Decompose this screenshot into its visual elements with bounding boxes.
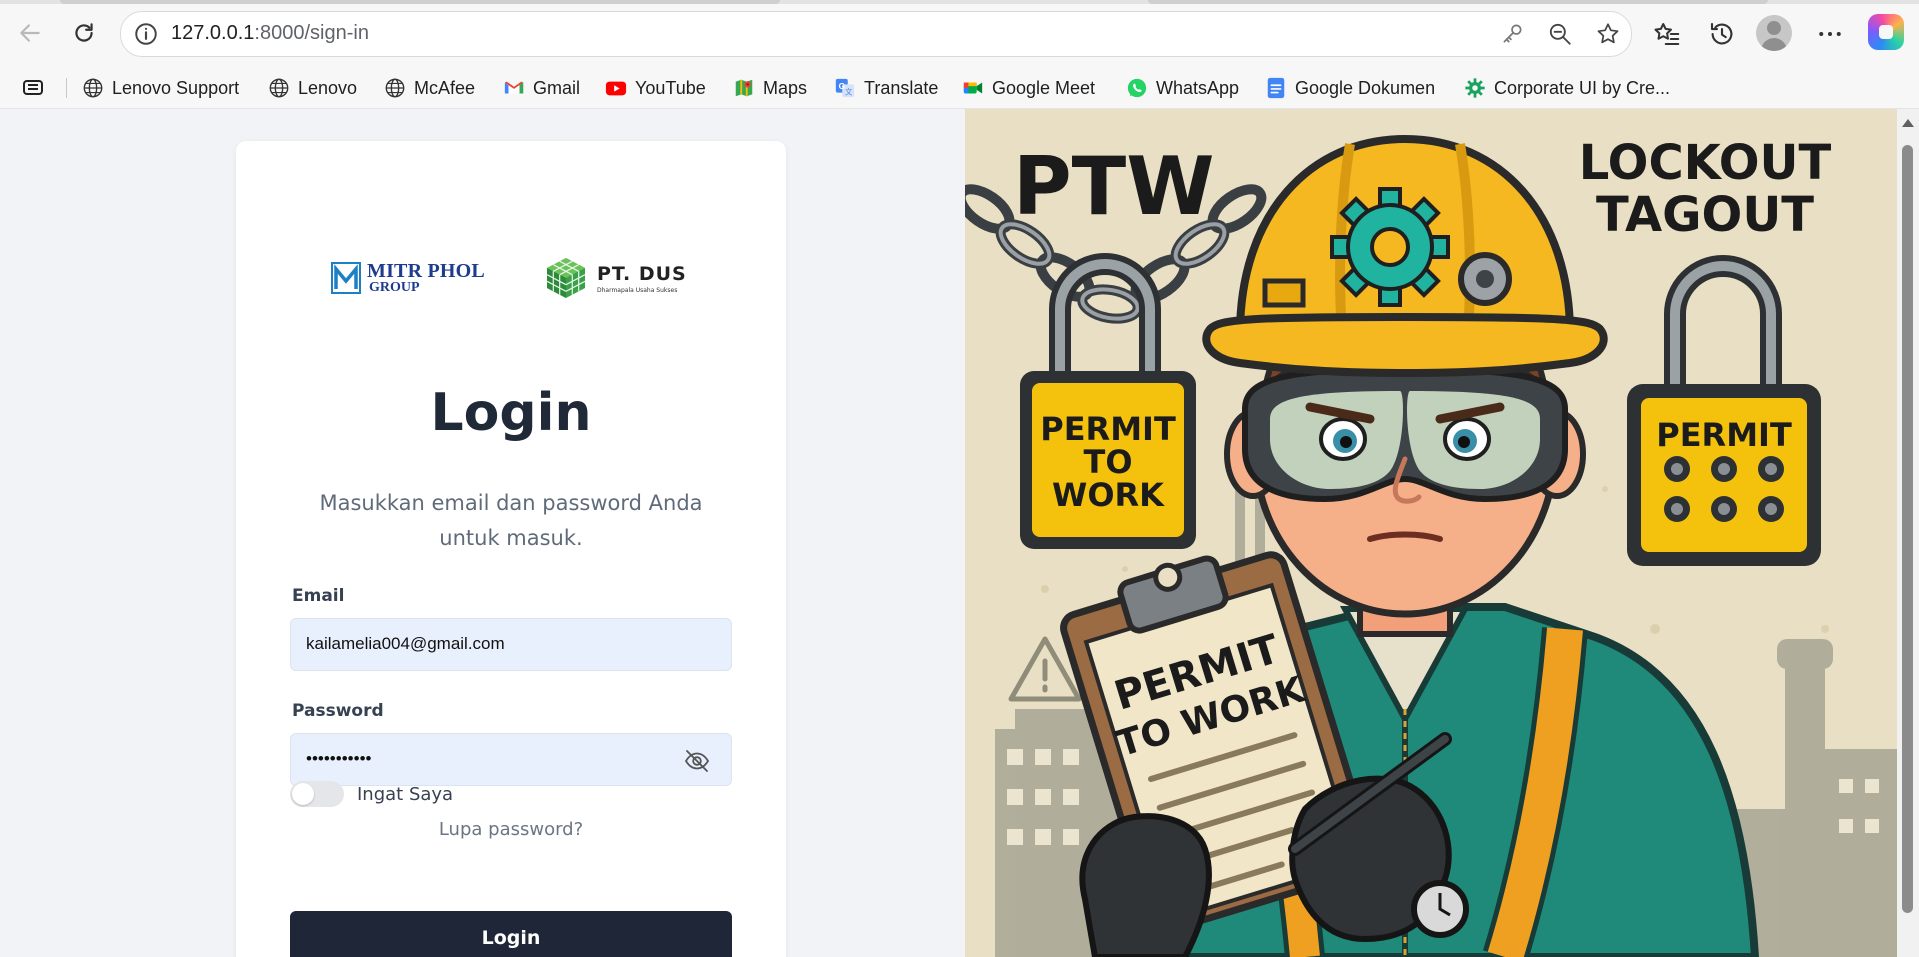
reload-icon <box>75 23 93 42</box>
bookmark-label: Lenovo <box>298 77 358 98</box>
back-arrow-icon <box>20 24 40 42</box>
zoom-out-icon[interactable] <box>1547 21 1573 47</box>
password-label: Password <box>292 701 384 721</box>
bookmark-lenovo-support[interactable]: Lenovo Support <box>82 76 239 100</box>
svg-text:文: 文 <box>845 87 853 96</box>
docs-icon <box>1267 77 1285 99</box>
bookmark-whatsapp[interactable]: WhatsApp <box>1126 76 1239 100</box>
bookmark-corporate-ui[interactable]: Corporate UI by Cre... <box>1464 76 1670 100</box>
mitr-phol-name: MITR PHOL <box>367 260 485 282</box>
url-path: :8000/sign-in <box>254 22 369 44</box>
back-button[interactable] <box>12 15 48 51</box>
page-viewport: MITR PHOL GROUP PT. DUS Dharmapala Usaha… <box>0 109 1919 957</box>
key-icon[interactable] <box>1499 21 1525 47</box>
password-value: ••••••••••• <box>306 749 372 768</box>
gmail-icon <box>504 81 524 94</box>
scroll-up-arrow-icon[interactable] <box>1902 119 1914 127</box>
bookmark-label: Translate <box>864 77 939 98</box>
login-subtitle: Masukkan email dan password Anda untuk m… <box>319 491 703 550</box>
toggle-password-visibility-icon[interactable] <box>683 748 711 774</box>
tab-strip <box>0 0 1919 4</box>
bookmark-google-meet[interactable]: Google Meet <box>962 76 1095 100</box>
bookmark-label: Lenovo Support <box>112 77 240 98</box>
password-field[interactable]: ••••••••••• <box>290 733 732 786</box>
login-button[interactable]: Login <box>290 911 732 957</box>
bookmark-label: Google Meet <box>992 77 1096 98</box>
collections-icon[interactable] <box>22 77 46 99</box>
globe-icon <box>83 78 103 98</box>
svg-text:G: G <box>839 82 845 91</box>
mitr-phol-mark-icon <box>331 262 361 294</box>
bookmark-google-dokumen[interactable]: Google Dokumen <box>1265 76 1435 100</box>
address-bar[interactable]: 127.0.0.1:8000/sign-in <box>120 11 1632 57</box>
favorites-icon[interactable] <box>1652 19 1682 49</box>
bookmark-label: Gmail <box>533 77 581 98</box>
email-label: Email <box>292 586 345 606</box>
lock-left-line3: WORK <box>1052 476 1165 514</box>
copilot-icon[interactable] <box>1868 14 1904 50</box>
bookmark-mcafee[interactable]: McAfee <box>384 76 475 100</box>
pt-dus-cube-icon <box>546 258 586 298</box>
bookmark-youtube[interactable]: YouTube <box>605 76 706 100</box>
page-scrollbar[interactable] <box>1897 109 1919 957</box>
history-icon[interactable] <box>1707 19 1737 49</box>
bookmark-translate[interactable]: G文 Translate <box>834 76 938 100</box>
site-info-icon[interactable] <box>133 21 159 47</box>
url-host: 127.0.0.1 <box>171 22 255 44</box>
translate-icon: G文 <box>835 78 855 98</box>
favorite-star-icon[interactable] <box>1595 21 1621 47</box>
browser-toolbar: 127.0.0.1:8000/sign-in <box>0 0 1919 68</box>
bookmarks-separator <box>66 78 67 98</box>
meet-icon <box>963 82 983 94</box>
remember-me-label: Ingat Saya <box>357 784 454 805</box>
bookmark-label: McAfee <box>414 77 476 98</box>
reload-button[interactable] <box>66 15 102 51</box>
mitr-phol-logo: MITR PHOL GROUP <box>331 258 485 298</box>
bookmarks-bar: Lenovo Support Lenovo McAfee Gmail YouTu… <box>0 68 1919 109</box>
ptw-heading: PTW <box>1013 140 1214 233</box>
profile-avatar[interactable] <box>1756 15 1792 51</box>
globe-icon <box>269 78 289 98</box>
page-title: Login <box>430 383 592 443</box>
pt-dus-logo: PT. DUS Dharmapala Usaha Sukses <box>543 255 687 301</box>
youtube-icon <box>605 81 627 96</box>
url-text[interactable]: 127.0.0.1:8000/sign-in <box>171 22 369 45</box>
bookmark-label: Google Dokumen <box>1295 77 1436 98</box>
pt-dus-tagline: Dharmapala Usaha Sukses <box>597 286 678 294</box>
bookmark-label: Corporate UI by Cre... <box>1494 77 1671 98</box>
bookmark-gmail[interactable]: Gmail <box>503 76 580 100</box>
bookmark-lenovo[interactable]: Lenovo <box>268 76 357 100</box>
mitr-phol-group: GROUP <box>369 280 420 295</box>
more-options-icon[interactable] <box>1815 19 1845 49</box>
remember-me-toggle[interactable] <box>290 781 344 807</box>
forgot-password-link[interactable]: Lupa password? <box>236 819 786 840</box>
email-field[interactable]: kailamelia004@gmail.com <box>290 618 732 671</box>
bookmark-maps[interactable]: Maps <box>733 76 807 100</box>
bookmark-label: YouTube <box>635 77 706 98</box>
gear-green-icon <box>1465 78 1485 98</box>
globe-icon <box>385 78 405 98</box>
lockout-heading: LOCKOUT <box>1579 135 1832 191</box>
pt-dus-name: PT. DUS <box>597 262 687 285</box>
lock-right-label: PERMIT <box>1656 416 1792 454</box>
bookmark-label: WhatsApp <box>1156 77 1240 98</box>
whatsapp-icon <box>1127 78 1147 98</box>
scrollbar-thumb[interactable] <box>1902 145 1913 913</box>
email-value: kailamelia004@gmail.com <box>306 634 505 653</box>
tagout-heading: TAGOUT <box>1596 187 1814 243</box>
bookmark-label: Maps <box>763 77 808 98</box>
maps-icon <box>735 79 753 97</box>
login-card: MITR PHOL GROUP PT. DUS Dharmapala Usaha… <box>236 141 786 957</box>
ptw-illustration: PTW LOCKOUT TAGOUT PERMIT TO WORK PERMIT <box>965 109 1897 957</box>
